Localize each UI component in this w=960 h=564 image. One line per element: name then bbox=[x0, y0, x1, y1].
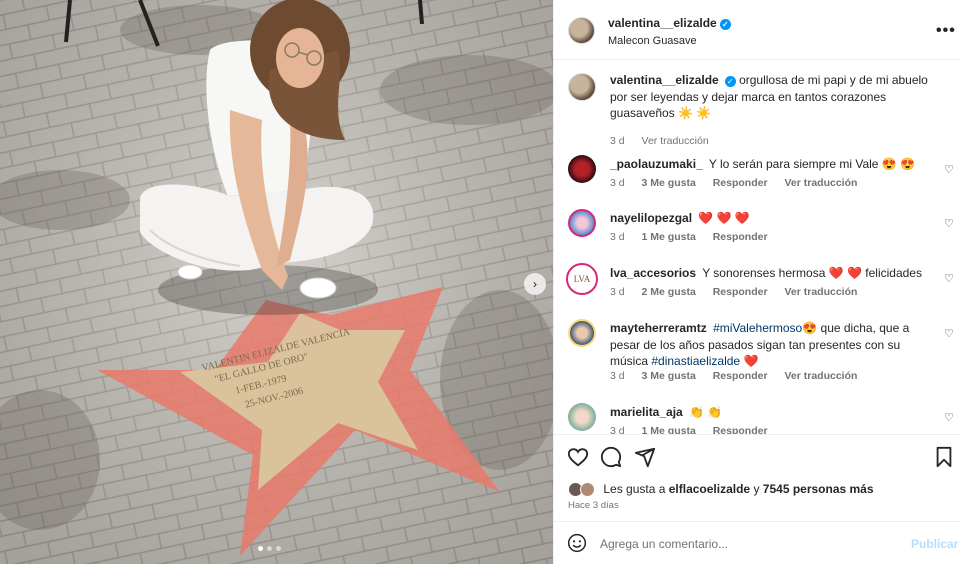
comment-time: 3 d bbox=[610, 370, 625, 382]
author-avatar[interactable] bbox=[568, 17, 595, 44]
caption-time: 3 d bbox=[610, 135, 625, 147]
likes-prefix: Les gusta a bbox=[603, 482, 666, 497]
comment-text: lva_accesorios Y sonorenses hermosa ❤️ ❤… bbox=[610, 265, 930, 282]
post-timestamp[interactable]: Hace 3 días bbox=[568, 500, 619, 511]
comments-list[interactable]: valentina__elizalde ✓ orgullosa de mi pap… bbox=[554, 61, 960, 434]
comment-username[interactable]: lva_accesorios bbox=[610, 266, 696, 280]
verified-badge-icon: ✓ bbox=[719, 19, 731, 30]
hashtag-link[interactable]: #miValehermoso bbox=[713, 321, 802, 335]
liker-avatars bbox=[568, 482, 598, 498]
comment-likes[interactable]: 3 Me gusta bbox=[642, 177, 696, 189]
caption-text: valentina__elizalde ✓ orgullosa de mi pap… bbox=[610, 72, 930, 122]
comment-body: Y lo serán para siempre mi Vale bbox=[708, 157, 879, 171]
comment-meta: 3 d 3 Me gusta Responder Ver traducción bbox=[610, 177, 871, 189]
comment-emoji: ❤️ bbox=[743, 354, 759, 368]
more-horizontal-icon[interactable]: ••• bbox=[936, 22, 956, 40]
comment-like-heart-icon[interactable]: ♡ bbox=[944, 327, 954, 340]
caption-emoji: ☀️ ☀️ bbox=[678, 106, 712, 120]
share-icon[interactable] bbox=[634, 446, 656, 468]
comment-icon[interactable] bbox=[600, 446, 622, 468]
author-avatar[interactable] bbox=[568, 73, 596, 101]
comment-like-heart-icon[interactable]: ♡ bbox=[944, 411, 954, 424]
reply-button[interactable]: Responder bbox=[713, 177, 768, 189]
avatar-logo-text: LVA bbox=[573, 274, 591, 284]
comment-text: _paolauzumaki_ Y lo serán para siempre m… bbox=[610, 156, 930, 173]
comment-emoji: ❤️ ❤️ ❤️ bbox=[698, 211, 750, 225]
comment-meta: 3 d 1 Me gusta Responder bbox=[610, 425, 782, 434]
post-location[interactable]: Malecon Guasave bbox=[608, 35, 697, 47]
bookmark-icon[interactable] bbox=[934, 446, 954, 468]
comment-text: mayteherreramtz #miValehermoso😍 que dich… bbox=[610, 320, 930, 370]
reply-button[interactable]: Responder bbox=[713, 286, 768, 298]
photo-scene: VALENTIN ELIZALDE VALENCIA "EL GALLO DE … bbox=[0, 0, 553, 564]
comment-like-heart-icon[interactable]: ♡ bbox=[944, 272, 954, 285]
comment-username[interactable]: marielita_aja bbox=[610, 405, 683, 419]
smile-icon[interactable] bbox=[567, 533, 587, 553]
comment-time: 3 d bbox=[610, 231, 625, 243]
heart-icon[interactable] bbox=[567, 446, 589, 468]
comment-emoji: 👏 👏 bbox=[689, 405, 723, 419]
commenter-avatar[interactable] bbox=[568, 155, 596, 183]
comment-meta: 3 d 1 Me gusta Responder bbox=[610, 231, 782, 243]
add-comment-bar: Publicar bbox=[554, 521, 960, 564]
commenter-avatar[interactable] bbox=[568, 403, 596, 431]
comment-emoji: 😍 😍 bbox=[881, 157, 916, 171]
likes-joiner: y bbox=[753, 482, 760, 497]
commenter-avatar[interactable] bbox=[568, 319, 596, 347]
comment-body: Y sonorenses hermosa bbox=[702, 266, 826, 280]
post-header: valentina__elizalde ✓ Malecon Guasave ••• bbox=[554, 0, 960, 60]
commenter-avatar[interactable] bbox=[568, 209, 596, 237]
comment-username[interactable]: nayelilopezgal bbox=[610, 211, 692, 225]
carousel-indicator bbox=[258, 546, 281, 551]
comment-likes[interactable]: 3 Me gusta bbox=[642, 370, 696, 382]
author-username[interactable]: valentina__elizalde ✓ bbox=[608, 16, 731, 30]
translate-link[interactable]: Ver traducción bbox=[642, 135, 709, 147]
post-comment-button[interactable]: Publicar bbox=[911, 537, 958, 551]
next-slide-button[interactable]: › bbox=[524, 273, 546, 295]
translate-link[interactable]: Ver traducción bbox=[784, 370, 857, 382]
post-actions: Les gusta a elflacoelizalde y 7545 perso… bbox=[554, 434, 960, 529]
caption-meta: 3 d Ver traducción bbox=[610, 135, 723, 147]
likes-user-link[interactable]: elflacoelizalde bbox=[669, 482, 750, 496]
comment-meta: 3 d 2 Me gusta Responder Ver traducción bbox=[610, 286, 871, 298]
carousel-dot bbox=[267, 546, 272, 551]
carousel-dot bbox=[276, 546, 281, 551]
likes-summary: Les gusta a elflacoelizalde y 7545 perso… bbox=[568, 482, 874, 498]
caption-username[interactable]: valentina__elizalde bbox=[610, 73, 719, 87]
verified-badge-icon: ✓ bbox=[724, 76, 736, 87]
comment-text: marielita_aja 👏 👏 bbox=[610, 404, 930, 421]
comment-like-heart-icon[interactable]: ♡ bbox=[944, 163, 954, 176]
comment-likes[interactable]: 1 Me gusta bbox=[642, 231, 696, 243]
likes-count-link[interactable]: 7545 personas más bbox=[763, 482, 874, 496]
chevron-right-icon: › bbox=[533, 277, 537, 291]
comment-likes[interactable]: 1 Me gusta bbox=[642, 425, 696, 434]
liker-avatar bbox=[580, 482, 595, 497]
comment-input[interactable] bbox=[600, 534, 900, 554]
comment-text: nayelilopezgal ❤️ ❤️ ❤️ bbox=[610, 210, 930, 227]
translate-link[interactable]: Ver traducción bbox=[784, 177, 857, 189]
comment-emoji: 😍 bbox=[802, 321, 818, 335]
comment-time: 3 d bbox=[610, 286, 625, 298]
author-name[interactable]: valentina__elizalde bbox=[608, 16, 717, 30]
comment-meta: 3 d 3 Me gusta Responder Ver traducción bbox=[610, 370, 871, 382]
commenter-avatar[interactable]: LVA bbox=[566, 263, 598, 295]
comment-like-heart-icon[interactable]: ♡ bbox=[944, 217, 954, 230]
hashtag-link[interactable]: #dinastiaelizalde bbox=[651, 354, 740, 368]
reply-button[interactable]: Responder bbox=[713, 370, 768, 382]
translate-link[interactable]: Ver traducción bbox=[784, 286, 857, 298]
reply-button[interactable]: Responder bbox=[713, 425, 768, 434]
post-panel: valentina__elizalde ✓ Malecon Guasave •••… bbox=[553, 0, 960, 564]
reply-button[interactable]: Responder bbox=[713, 231, 768, 243]
comment-emoji: ❤️ ❤️ bbox=[828, 266, 862, 280]
comment-body-2: felicidades bbox=[865, 266, 922, 280]
comment-likes[interactable]: 2 Me gusta bbox=[642, 286, 696, 298]
carousel-dot bbox=[258, 546, 263, 551]
comment-username[interactable]: _paolauzumaki_ bbox=[610, 157, 703, 171]
comment-time: 3 d bbox=[610, 425, 625, 434]
comment-username[interactable]: mayteherreramtz bbox=[610, 321, 707, 335]
comment-time: 3 d bbox=[610, 177, 625, 189]
post-photo: VALENTIN ELIZALDE VALENCIA "EL GALLO DE … bbox=[0, 0, 553, 564]
